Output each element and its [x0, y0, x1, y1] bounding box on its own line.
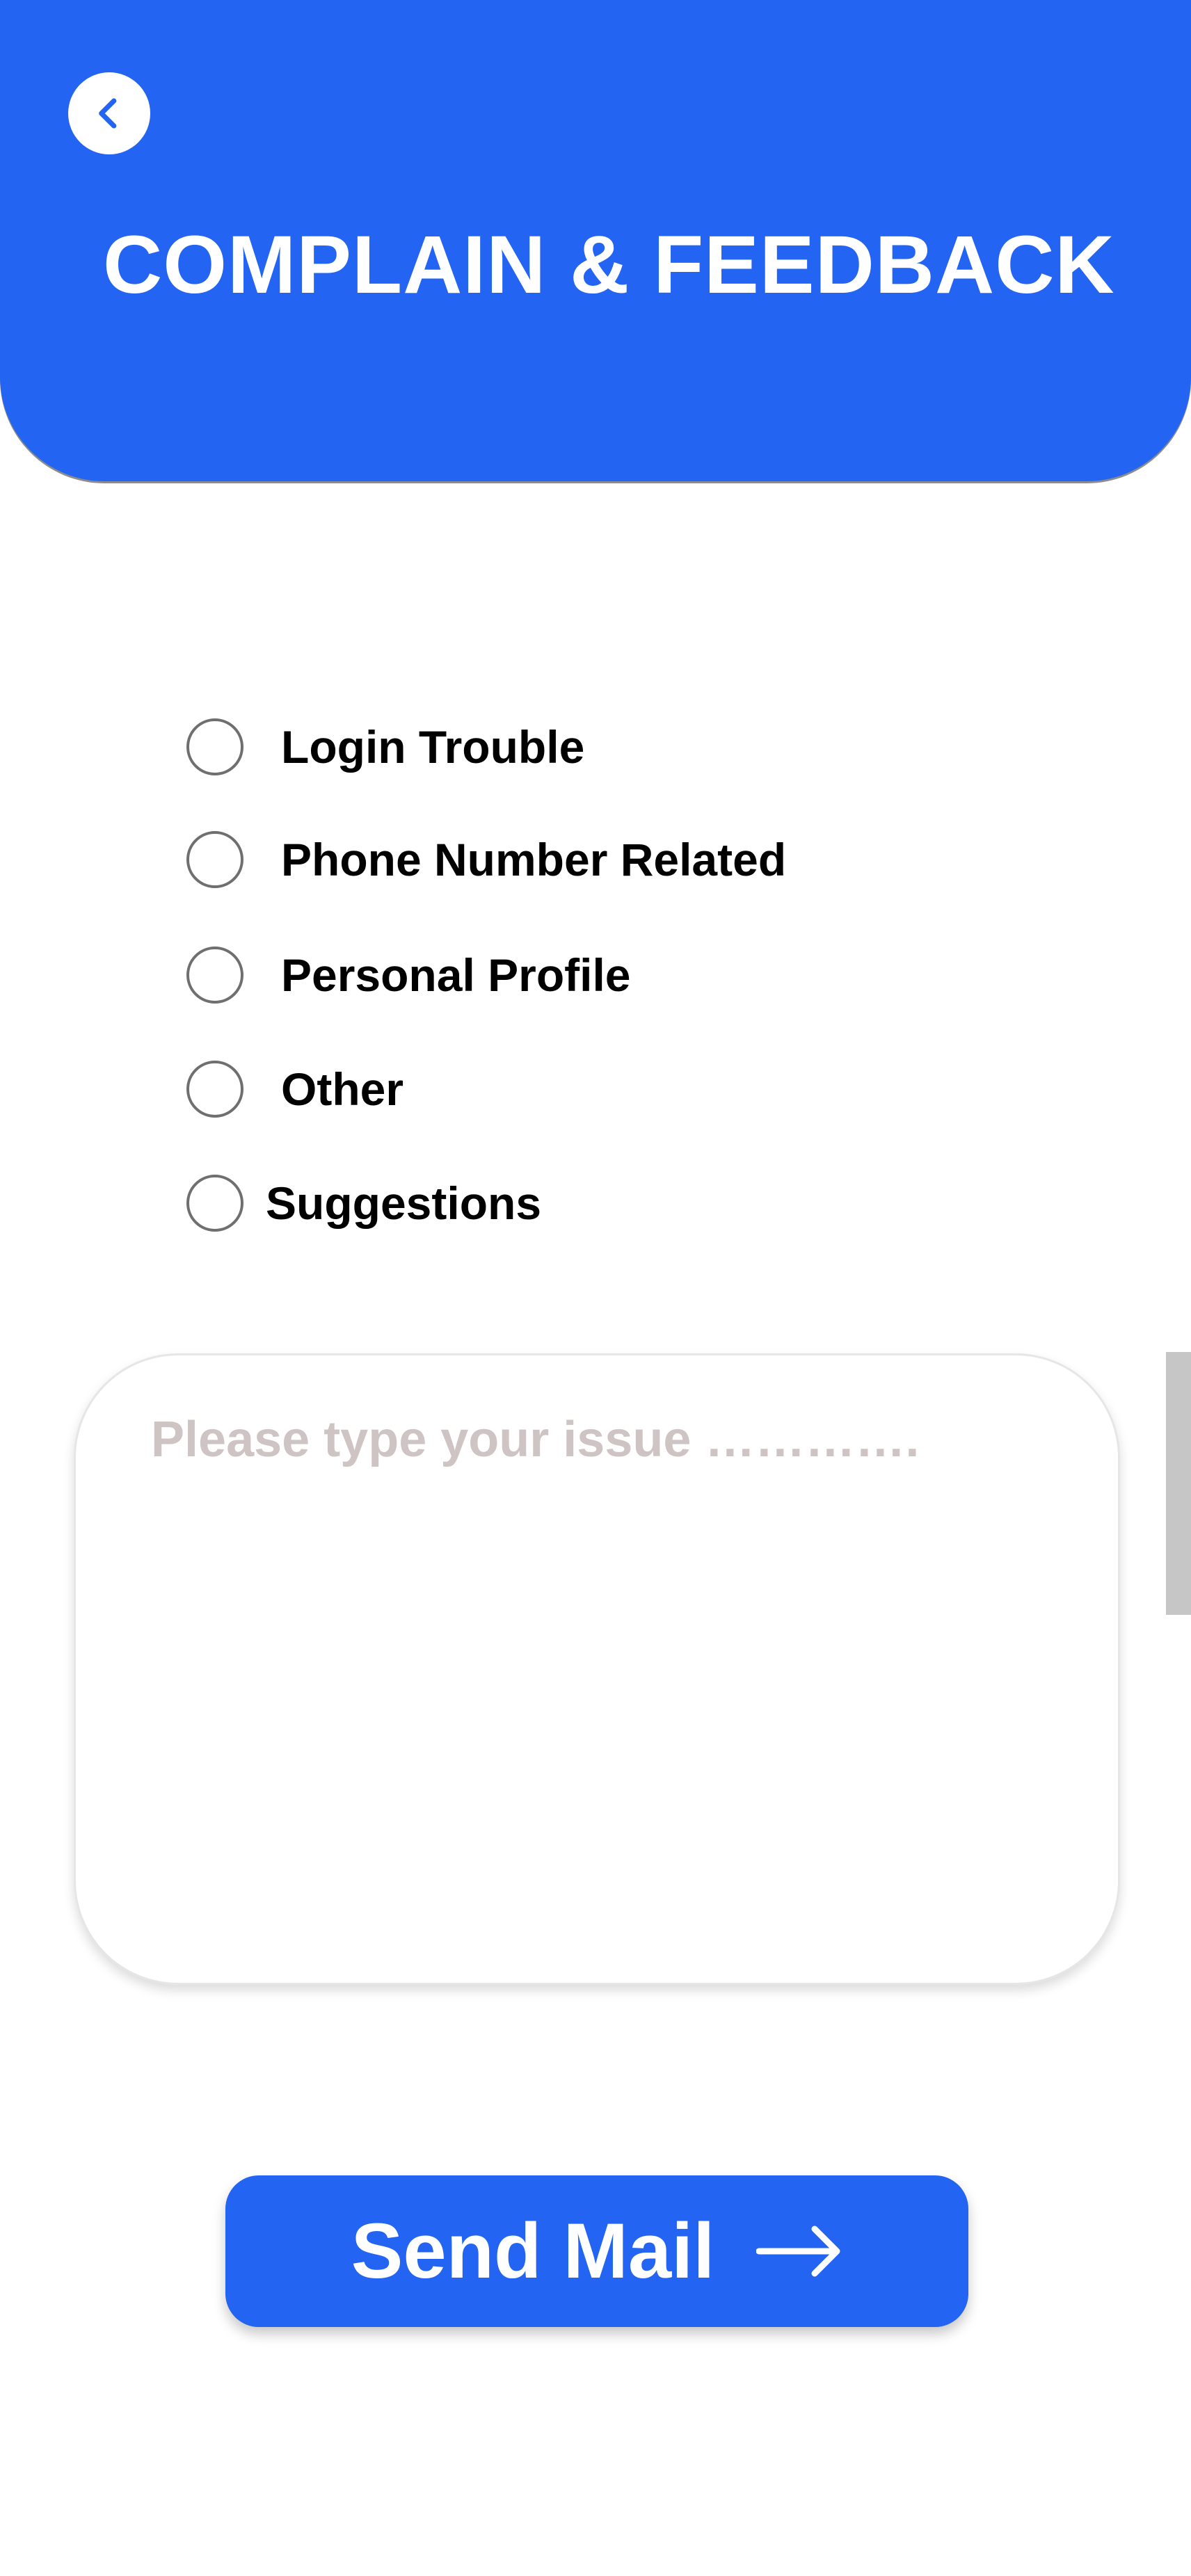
send-mail-label: Send Mail	[351, 2207, 715, 2294]
radio-button[interactable]	[186, 1175, 243, 1232]
issue-textarea[interactable]	[151, 1411, 1048, 1940]
option-phone-number-related[interactable]: Phone Number Related	[186, 828, 786, 892]
issue-text-box	[74, 1353, 1120, 1985]
page-title: COMPLAIN & FEEDBACK	[103, 219, 1115, 311]
radio-button[interactable]	[186, 718, 243, 775]
option-personal-profile[interactable]: Personal Profile	[186, 943, 631, 1007]
radio-button[interactable]	[186, 831, 243, 888]
option-label: Suggestions	[266, 1177, 542, 1229]
option-login-trouble[interactable]: Login Trouble	[186, 715, 584, 779]
send-mail-button[interactable]: Send Mail	[225, 2175, 968, 2327]
arrow-right-icon	[756, 2225, 840, 2277]
option-label: Phone Number Related	[281, 834, 787, 885]
option-other[interactable]: Other	[186, 1057, 403, 1121]
option-label: Login Trouble	[281, 721, 585, 773]
back-button[interactable]	[68, 72, 150, 154]
option-label: Personal Profile	[281, 949, 631, 1001]
option-label: Other	[281, 1063, 404, 1115]
option-suggestions[interactable]: Suggestions	[186, 1171, 541, 1235]
chevron-left-icon	[99, 98, 117, 129]
scrollbar-thumb[interactable]	[1166, 1352, 1191, 1615]
radio-button[interactable]	[186, 1061, 243, 1118]
header: COMPLAIN & FEEDBACK	[0, 0, 1191, 481]
radio-button[interactable]	[186, 947, 243, 1004]
